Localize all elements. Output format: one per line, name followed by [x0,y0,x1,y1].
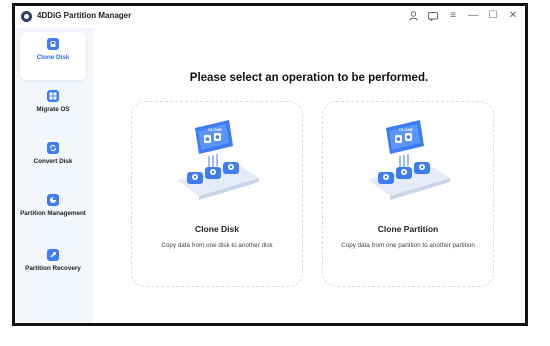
close-icon[interactable]: ✕ [507,9,519,23]
account-icon[interactable] [407,9,419,23]
page-title: Please select an operation to be perform… [189,72,429,84]
clone-partition-card[interactable]: CLONE Clone Partition Copy data from one… [322,101,494,287]
sidebar-item-label: Partition Management [20,210,86,217]
partition-management-icon [47,194,59,206]
sidebar-item-label: Clone Disk [36,54,70,61]
sidebar-item-label: Partition Recovery [25,265,81,272]
main-content: Please select an operation to be perform… [93,28,525,323]
maximize-icon[interactable]: ☐ [487,9,499,23]
app-logo-icon [21,11,32,22]
svg-text:CLONE: CLONE [399,127,413,132]
sidebar-item-clone-disk[interactable]: Clone Disk [20,32,86,80]
clone-disk-illustration: CLONE [177,120,259,200]
app-window: 4DDiG Partition Manager ≡ — ☐ ✕ Clone Di… [12,3,528,326]
card-title: Clone Partition [377,224,439,234]
sidebar-item-partition-recovery[interactable]: Partition Recovery [20,243,86,291]
svg-text:CLONE: CLONE [208,127,222,132]
sidebar-item-partition-management[interactable]: Partition Management [20,188,86,236]
card-description: Copy data from one partition to another … [341,242,475,249]
clone-disk-card[interactable]: CLONE Clone Disk Copy data from one disk… [131,101,303,287]
sidebar-item-migrate-os[interactable]: Migrate OS [20,84,86,132]
clone-disk-icon [47,38,59,50]
sidebar-item-label: Migrate OS [36,106,70,113]
convert-disk-icon [47,142,59,154]
sidebar: Clone Disk Migrate OS Convert Disk Parti… [15,28,93,323]
title-bar: 4DDiG Partition Manager ≡ — ☐ ✕ [15,6,525,28]
titlebar-controls: ≡ — ☐ ✕ [407,9,519,23]
menu-icon[interactable]: ≡ [447,9,459,23]
sidebar-item-label: Convert Disk [33,158,73,165]
minimize-icon[interactable]: — [467,9,479,23]
partition-recovery-icon [47,249,59,261]
card-description: Copy data from one disk to another disk [161,242,273,249]
card-title: Clone Disk [195,224,239,234]
migrate-os-icon [47,90,59,102]
sidebar-item-convert-disk[interactable]: Convert Disk [20,136,86,184]
clone-partition-illustration: CLONE [368,120,450,200]
feedback-icon[interactable] [427,9,439,23]
app-title: 4DDiG Partition Manager [37,11,132,20]
